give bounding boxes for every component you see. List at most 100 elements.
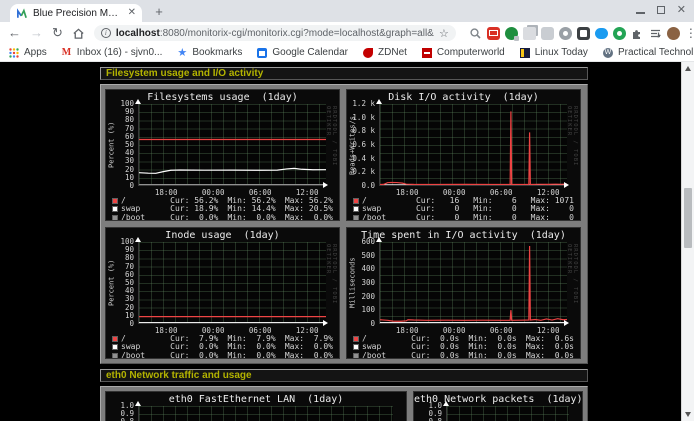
mail-extension-icon[interactable] — [487, 27, 500, 40]
chart-legend: /Cur: 7.9%Min: 7.9%Max: 7.9%swapCur: 0.0… — [112, 335, 333, 359]
chart-ytick: 0 — [106, 182, 134, 190]
chart-legend: /Cur: 0.0sMin: 0.0sMax: 0.6sswapCur: 0.0… — [353, 335, 574, 359]
browser-window: Blue Precision Monitorix ✕ + ✕ ← → ↻ i l… — [0, 0, 694, 421]
arrow-up-icon — [376, 237, 382, 242]
wordpress-icon: W — [603, 48, 613, 58]
profile-avatar[interactable] — [667, 27, 680, 40]
legend-lname: /boot — [121, 214, 161, 221]
chart-ytick: 0.0 — [347, 182, 375, 190]
bookmark-google-calendar[interactable]: Google Calendar — [257, 47, 348, 58]
browser-toolbar: ← → ↻ i localhost:8080/monitorix-cgi/mon… — [0, 22, 694, 44]
chart-lrow: /bootCur: 0.0%Min: 0.0%Max: 0.0% — [112, 214, 333, 221]
legend-lstat: Min: 0 — [459, 214, 516, 221]
scroll-up-arrow-icon[interactable] — [685, 66, 691, 71]
arrow-up-icon — [135, 99, 141, 104]
bookmark-inbox[interactable]: M Inbox (16) - sjvn0... — [62, 47, 163, 58]
chart-ytick: 0.8 k — [347, 127, 375, 135]
chart-ytick: 600 — [347, 238, 375, 246]
bookmark-label: Practical Technol... — [618, 47, 694, 58]
legend-lstat: Max: 0.0% — [276, 352, 333, 359]
page-scrollbar[interactable] — [681, 62, 694, 421]
legend-lstat: Max: 0.0% — [276, 214, 333, 221]
graph-filesystems-usage[interactable]: Filesystems usage (1day)Percent (%)10090… — [105, 89, 340, 221]
green-circle-extension-icon[interactable] — [613, 27, 626, 40]
tab-strip: Blue Precision Monitorix ✕ + ✕ — [0, 0, 694, 22]
bookmark-label: Google Calendar — [272, 47, 348, 58]
reading-list-icon[interactable] — [649, 27, 662, 40]
site-info-icon[interactable]: i — [101, 28, 111, 38]
chart-legend: /Cur: 56.2%Min: 56.2%Max: 56.2%swapCur: … — [112, 197, 333, 221]
blue-pill-extension-icon[interactable] — [595, 28, 608, 39]
chart-ytick: 500 — [347, 252, 375, 260]
monitorix-favicon-icon — [16, 7, 28, 19]
scrollbar-thumb[interactable] — [684, 188, 692, 248]
gmail-icon: M — [62, 48, 72, 58]
legend-swatch — [353, 344, 359, 350]
graph-inode-usage[interactable]: Inode usage (1day)Percent (%)10090807060… — [105, 227, 340, 359]
chart-wmark: RRDTOOL / TOBI OETIKER — [325, 106, 337, 186]
bookmark-label: Inbox (16) - sjvn0... — [77, 47, 163, 58]
chart-lrow: /bootCur: 0Min: 0Max: 0 — [353, 214, 574, 221]
chart-plot — [446, 406, 569, 421]
legend-swatch — [112, 344, 118, 350]
bookmark-practical-tech[interactable]: W Practical Technol... — [603, 47, 694, 58]
bookmarks-bar: Apps M Inbox (16) - sjvn0... ★ Bookmarks… — [0, 44, 694, 62]
filesystem-graphs-grid: Filesystems usage (1day)Percent (%)10090… — [100, 84, 588, 364]
bookmark-label: ZDNet — [378, 47, 407, 58]
chart-ytick: 300 — [347, 279, 375, 287]
graph-eth0-traffic[interactable]: eth0 FastEthernet LAN (1day)1.00.90.80.7… — [105, 391, 407, 421]
legend-swatch — [112, 206, 118, 212]
dark-extension-icon[interactable] — [577, 27, 590, 40]
legend-swatch — [112, 353, 118, 359]
legend-lstat: Cur: 0.0% — [161, 214, 218, 221]
chart-plot — [379, 242, 567, 324]
minimize-button[interactable] — [636, 12, 645, 14]
close-window-button[interactable]: ✕ — [677, 5, 686, 16]
chart-ytick: 1.0 k — [347, 114, 375, 122]
chart-ytick: 100 — [347, 306, 375, 314]
url-text[interactable]: localhost:8080/monitorix-cgi/monitorix.c… — [116, 28, 434, 39]
chart-ytick: 0.2 k — [347, 168, 375, 176]
chart-plot — [138, 242, 326, 324]
legend-lstat: Min: 0.0% — [218, 214, 275, 221]
search-extension-icon[interactable] — [469, 27, 482, 40]
chart-wmark: RRDTOOL / TOBI OETIKER — [566, 106, 578, 186]
address-bar[interactable]: i localhost:8080/monitorix-cgi/monitorix… — [94, 25, 456, 41]
graph-eth0-packets[interactable]: eth0 Network packets (1day)Packets/s1.00… — [413, 391, 583, 421]
maximize-button[interactable] — [657, 6, 665, 14]
bookmark-bookmarks[interactable]: ★ Bookmarks — [177, 47, 242, 58]
legend-lname: /boot — [121, 352, 161, 359]
bookmark-computerworld[interactable]: Computerworld — [422, 47, 505, 58]
bookmark-label: Computerworld — [437, 47, 505, 58]
bookmark-label: Linux Today — [535, 47, 588, 58]
gray-extension-icon[interactable] — [541, 27, 554, 40]
graph-disk-io-activity[interactable]: Disk I/O activity (1day)Reads+Writes/s1.… — [346, 89, 581, 221]
scroll-down-arrow-icon[interactable] — [685, 412, 691, 417]
chrome-menu-icon[interactable]: ⋮ — [685, 27, 694, 40]
legend-swatch — [353, 198, 359, 204]
extensions-puzzle-icon[interactable] — [631, 27, 644, 40]
eye-extension-icon[interactable] — [559, 27, 572, 40]
bookmark-apps[interactable]: Apps — [9, 47, 47, 58]
legend-lstat: Cur: 0.0% — [161, 352, 218, 359]
home-button-icon[interactable] — [72, 27, 85, 40]
graph-time-in-io[interactable]: Time spent in I/O activity (1day)Millise… — [346, 227, 581, 359]
chart-ytick: 200 — [347, 293, 375, 301]
new-tab-button[interactable]: + — [152, 5, 166, 19]
green-badge-extension-icon[interactable] — [505, 27, 518, 40]
chart-wmark: RRDTOOL / TOBI OETIKER — [325, 244, 337, 324]
legend-lstat: Cur: 0.0s — [402, 352, 459, 359]
zdnet-icon — [363, 48, 373, 58]
back-button-icon[interactable]: ← — [8, 26, 21, 40]
bookmark-zdnet[interactable]: ZDNet — [363, 47, 407, 58]
pages-extension-icon[interactable] — [523, 27, 536, 40]
bookmark-linux-today[interactable]: Linux Today — [520, 47, 588, 58]
legend-lstat: Max: 0.0s — [517, 352, 574, 359]
legend-swatch — [353, 215, 359, 221]
browser-tab[interactable]: Blue Precision Monitorix ✕ — [10, 4, 142, 22]
forward-button-icon[interactable]: → — [30, 26, 43, 40]
reload-button-icon[interactable]: ↻ — [52, 26, 63, 40]
bookmark-star-icon[interactable]: ☆ — [439, 27, 449, 40]
apps-grid-icon — [9, 48, 19, 58]
tab-close-icon[interactable]: ✕ — [128, 8, 136, 18]
